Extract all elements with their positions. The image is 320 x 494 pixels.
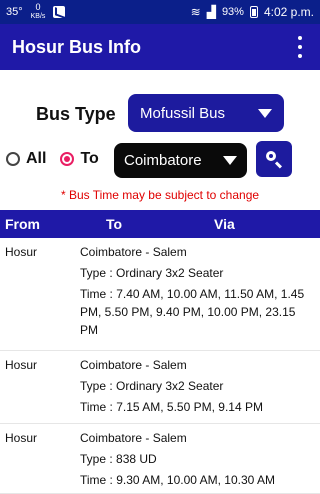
app-title: Hosur Bus Info: [12, 36, 141, 57]
destination-value: Coimbatore: [124, 152, 202, 169]
row-details: Coimbatore - Salem Type : Ordinary 3x2 S…: [80, 243, 316, 342]
header-to: To: [106, 216, 123, 232]
bus-list: Hosur Coimbatore - Salem Type : Ordinary…: [0, 238, 320, 494]
speed-unit: KB/s: [30, 13, 46, 20]
row-from: Hosur: [5, 358, 38, 372]
row-time: Time : 9.30 AM, 10.00 AM, 10.30 AM: [80, 473, 275, 487]
row-type: Type : 838 UD: [80, 452, 157, 466]
bus-type-label: Bus Type: [36, 104, 116, 124]
speed-value: 0: [35, 2, 41, 12]
row-type: Type : Ordinary 3x2 Seater: [80, 266, 224, 280]
header-via: Via: [214, 216, 235, 232]
bus-type-value: Mofussil Bus: [140, 104, 226, 122]
signal-icon: ▟: [206, 5, 216, 19]
radio-to-label: To: [80, 150, 99, 167]
more-vert-icon[interactable]: [292, 36, 308, 58]
row-from: Hosur: [5, 245, 38, 259]
row-route: Coimbatore - Salem: [80, 358, 187, 372]
row-type: Type : Ordinary 3x2 Seater: [80, 379, 224, 393]
row-details: Coimbatore - Salem Type : Ordinary 3x2 S…: [80, 356, 316, 419]
radio-all-circle[interactable]: [6, 152, 20, 166]
row-route: Coimbatore - Salem: [80, 245, 187, 259]
bus-row[interactable]: Hosur Coimbatore - Salem Type : 838 UD T…: [0, 424, 320, 494]
radio-all-label: All: [26, 150, 47, 167]
header-from: From: [5, 216, 40, 232]
radio-to-circle[interactable]: [60, 152, 75, 166]
row-time: Time : 7.40 AM, 10.00 AM, 11.50 AM, 1.45…: [80, 287, 305, 337]
wifi-icon: ≋: [190, 5, 201, 19]
direction-radio-group: All To: [6, 150, 99, 168]
search-button[interactable]: [256, 141, 292, 177]
app-bar: Hosur Bus Info: [0, 24, 320, 70]
time-notice: * Bus Time may be subject to change: [60, 188, 260, 202]
chevron-down-icon: [258, 108, 272, 118]
row-from: Hosur: [5, 431, 38, 445]
chevron-down-icon: [223, 156, 237, 165]
status-bar: 35° 0 KB/s ≋ ▟ 93% 4:02 p.m.: [0, 0, 320, 24]
image-notification-icon: [53, 6, 66, 18]
bus-row[interactable]: Hosur Coimbatore - Salem Type : Ordinary…: [0, 351, 320, 424]
bus-row[interactable]: Hosur Coimbatore - Salem Type : Ordinary…: [0, 238, 320, 351]
network-speed: 0 KB/s: [31, 3, 46, 21]
radio-to[interactable]: To: [60, 150, 99, 168]
battery-icon: [249, 6, 258, 18]
battery-percent: 93%: [221, 6, 244, 18]
menu-dot: [298, 36, 302, 40]
search-controls: Bus Type Mofussil Bus All To Coimbatore …: [0, 70, 320, 210]
row-time: Time : 7.15 AM, 5.50 PM, 9.14 PM: [80, 400, 263, 414]
menu-dot: [298, 54, 302, 58]
menu-dot: [298, 45, 302, 49]
bus-type-dropdown[interactable]: Mofussil Bus: [128, 94, 284, 132]
row-details: Coimbatore - Salem Type : 838 UD Time : …: [80, 429, 316, 492]
search-icon: [265, 150, 283, 168]
row-route: Coimbatore - Salem: [80, 431, 187, 445]
destination-dropdown[interactable]: Coimbatore: [114, 143, 247, 178]
clock-time: 4:02 p.m.: [263, 5, 314, 19]
radio-all[interactable]: All: [6, 150, 46, 168]
table-header: From To Via: [0, 210, 320, 238]
temperature-text: 35°: [6, 6, 23, 18]
